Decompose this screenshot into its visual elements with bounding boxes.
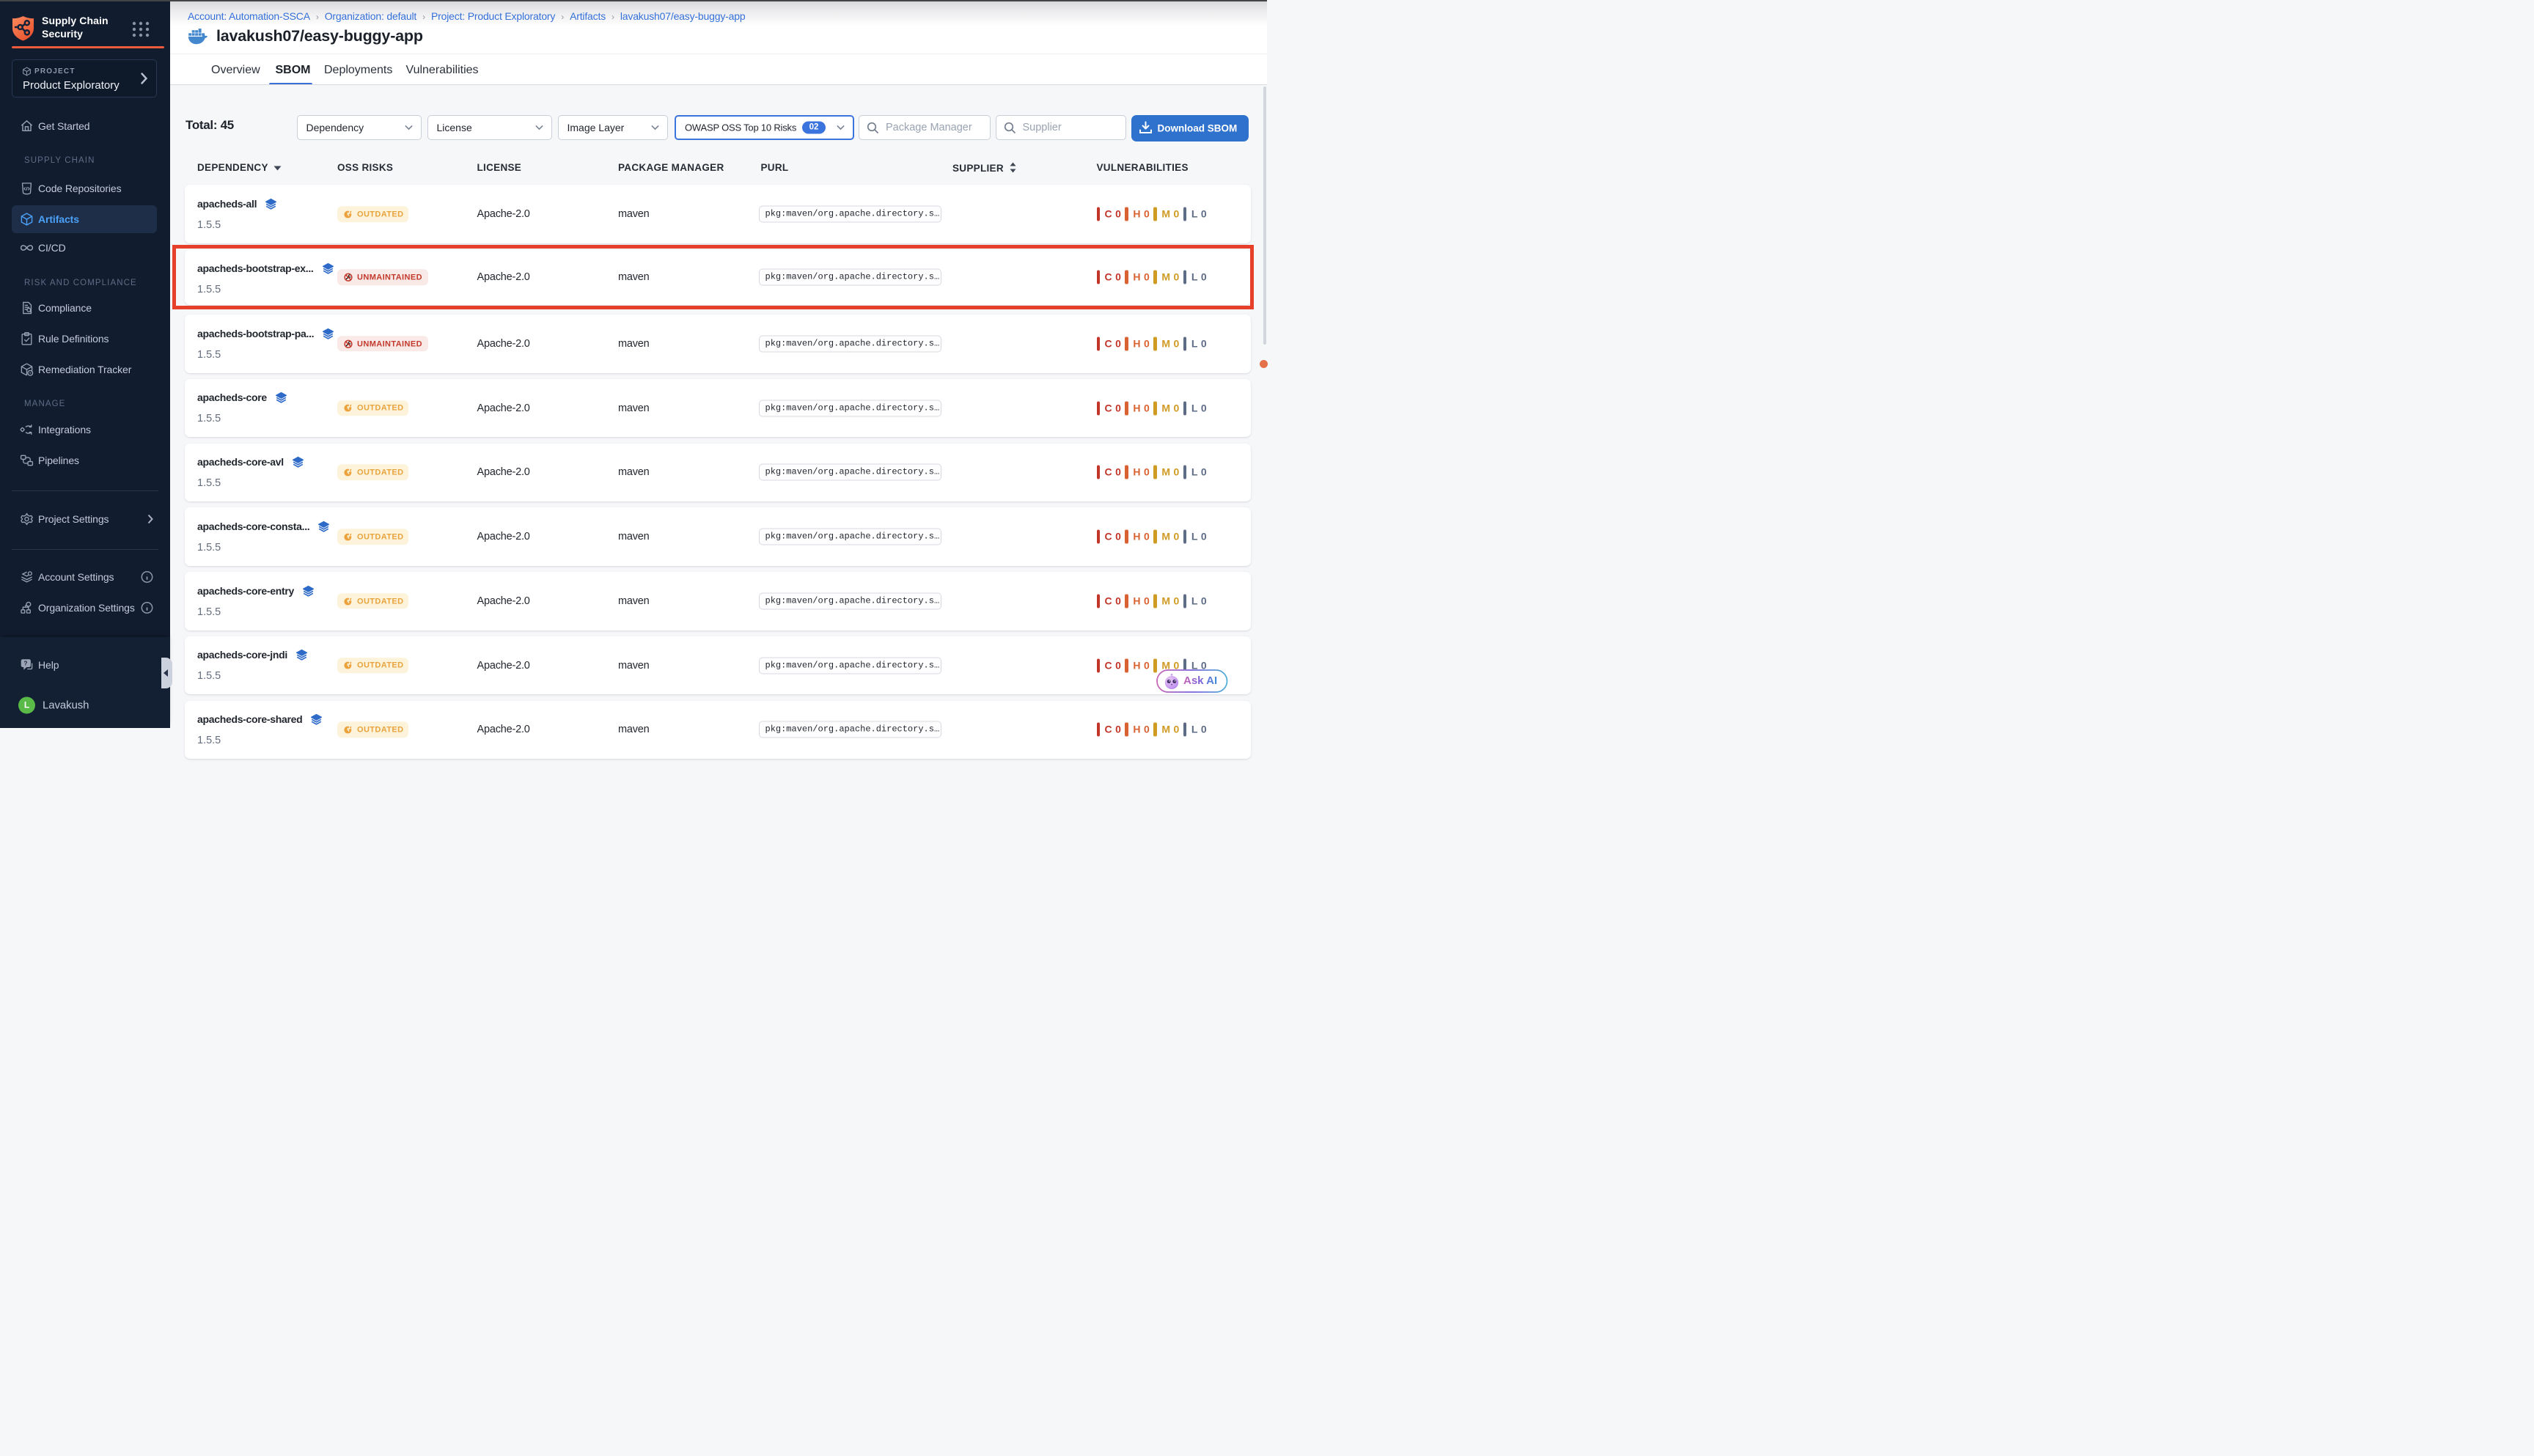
svg-text:?: ? bbox=[24, 660, 28, 666]
